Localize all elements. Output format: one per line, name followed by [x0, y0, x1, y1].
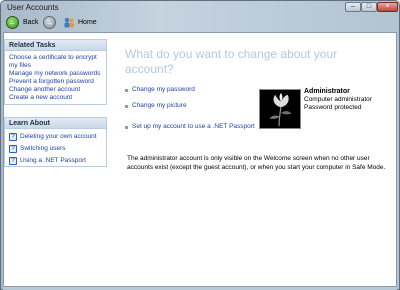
- bullet-icon: [125, 105, 128, 108]
- learn-net-passport[interactable]: Using a .NET Passport: [20, 157, 86, 165]
- back-arrow-icon[interactable]: ←: [6, 16, 19, 29]
- change-password-link[interactable]: Change my password: [132, 86, 195, 93]
- bullet-icon: [125, 89, 128, 92]
- related-tasks-header: Related Tasks: [5, 40, 106, 51]
- task-create-new-account[interactable]: Create a new account: [9, 94, 103, 102]
- forward-arrow-icon[interactable]: →: [43, 16, 56, 29]
- account-name: Administrator: [304, 88, 350, 95]
- task-encrypt-certificate[interactable]: Choose a certificate to encrypt my files: [9, 54, 103, 70]
- net-passport-link[interactable]: Set up my account to use a .NET Passport: [132, 123, 255, 130]
- administrator-note: The administrator account is only visibl…: [127, 155, 386, 171]
- maximize-button[interactable]: □: [361, 2, 377, 12]
- help-topic-icon: ?: [9, 157, 17, 165]
- close-button[interactable]: ×: [377, 2, 398, 12]
- help-topic-icon: ?: [9, 145, 17, 153]
- learn-switching-users[interactable]: Switching users: [20, 145, 66, 153]
- bullet-icon: [125, 126, 128, 129]
- title-bar[interactable]: User Accounts – □ ×: [1, 1, 399, 14]
- back-button-label[interactable]: Back: [23, 19, 39, 26]
- learn-about-panel: Learn About ? Deleting your own account …: [4, 117, 107, 167]
- minimize-button[interactable]: –: [345, 2, 361, 12]
- task-prevent-forgotten-password[interactable]: Prevent a forgotten password: [9, 78, 103, 86]
- task-manage-passwords[interactable]: Manage my network passwords: [9, 70, 103, 78]
- home-button-label[interactable]: Home: [78, 19, 97, 26]
- help-topic-icon: ?: [9, 133, 17, 141]
- toolbar: ← Back → Home: [3, 14, 397, 32]
- home-users-icon[interactable]: [63, 17, 75, 28]
- learn-about-header: Learn About: [5, 118, 106, 129]
- account-type: Computer administrator: [304, 96, 372, 103]
- page-heading: What do you want to change about your ac…: [125, 47, 338, 76]
- account-picture-flower[interactable]: [259, 89, 301, 129]
- change-picture-link[interactable]: Change my picture: [132, 102, 187, 109]
- related-tasks-panel: Related Tasks Choose a certificate to en…: [4, 39, 107, 105]
- content-area: Related Tasks Choose a certificate to en…: [3, 32, 397, 287]
- account-status: Password protected: [304, 104, 362, 111]
- task-change-another-account[interactable]: Change another account: [9, 86, 103, 94]
- window-title: User Accounts: [7, 3, 59, 12]
- user-accounts-window: User Accounts – □ × ← Back → Home Relate…: [0, 0, 400, 290]
- learn-deleting-account[interactable]: Deleting your own account: [20, 133, 97, 141]
